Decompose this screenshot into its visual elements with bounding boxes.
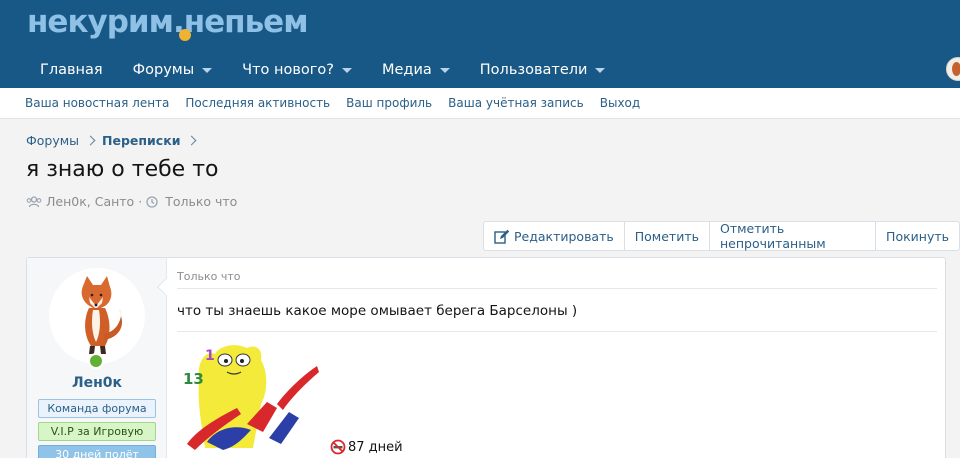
message-time[interactable]: Только что bbox=[177, 270, 240, 283]
subnav-logout[interactable]: Выход bbox=[592, 96, 648, 110]
user-avatar-fox[interactable] bbox=[49, 268, 145, 364]
account-avatar[interactable] bbox=[946, 57, 960, 81]
breadcrumb-conversations[interactable]: Переписки bbox=[102, 133, 180, 148]
message-author[interactable]: Лен0к bbox=[27, 375, 167, 391]
mark-button[interactable]: Пометить bbox=[623, 222, 709, 250]
edit-icon bbox=[494, 229, 510, 244]
chevron-down-icon[interactable] bbox=[439, 67, 450, 73]
conversation-meta: Лен0к, Санто · Только что bbox=[26, 194, 237, 209]
chevron-right-icon bbox=[85, 135, 96, 145]
subnav-profile[interactable]: Ваш профиль bbox=[338, 96, 440, 110]
message-text: что ты знаешь какое море омывает берега … bbox=[177, 303, 578, 319]
site-header: некурим.непьем Главная Форумы Что нового… bbox=[0, 0, 960, 88]
nav-whats-new[interactable]: Что нового? bbox=[227, 52, 367, 88]
signature-cat-image: 13 1 bbox=[183, 345, 319, 450]
nav-members[interactable]: Пользователи bbox=[465, 52, 621, 88]
leave-button[interactable]: Покинуть bbox=[875, 222, 959, 250]
participants[interactable]: Лен0к, Санто bbox=[46, 194, 134, 209]
online-status-icon bbox=[88, 353, 104, 369]
mark-unread-button[interactable]: Отметить непрочитанным bbox=[708, 221, 875, 251]
conversation-time: Только что bbox=[165, 194, 238, 209]
chevron-down-icon[interactable] bbox=[202, 67, 213, 73]
nav-home[interactable]: Главная bbox=[25, 52, 118, 88]
logo-dot bbox=[179, 29, 191, 41]
user-banner-vip: V.I.P за Игровую bbox=[38, 422, 156, 441]
fox-image bbox=[81, 276, 123, 354]
message-user-panel: Лен0к Команда форума V.I.P за Игровую 30… bbox=[27, 258, 167, 458]
chevron-right-icon bbox=[187, 135, 197, 145]
divider bbox=[177, 331, 937, 332]
chevron-down-icon[interactable] bbox=[595, 67, 606, 73]
users-icon bbox=[26, 195, 42, 207]
clock-icon bbox=[146, 195, 158, 208]
subnav-account[interactable]: Ваша учётная запись bbox=[440, 96, 592, 110]
user-banner-days: 30 дней полёт bbox=[38, 445, 156, 458]
site-logo[interactable]: некурим.непьем bbox=[27, 2, 309, 42]
conversation-actions: Редактировать Пометить Отметить непрочит… bbox=[483, 221, 960, 251]
no-smoking-icon bbox=[330, 439, 346, 455]
user-banner-team: Команда форума bbox=[38, 399, 156, 418]
divider bbox=[177, 288, 937, 289]
page-title: я знаю о тебе то bbox=[26, 157, 219, 182]
message: Лен0к Команда форума V.I.P за Игровую 30… bbox=[26, 257, 946, 458]
chevron-down-icon[interactable] bbox=[342, 67, 352, 73]
nav-media[interactable]: Медиа bbox=[367, 52, 465, 88]
subnav-latest-activity[interactable]: Последняя активность bbox=[177, 96, 338, 110]
meta-separator: · bbox=[138, 194, 143, 209]
main-nav: Главная Форумы Что нового? Медиа Пользов… bbox=[25, 52, 620, 88]
edit-button[interactable]: Редактировать bbox=[484, 222, 624, 250]
signature-days: 87 дней bbox=[330, 439, 403, 455]
breadcrumb: Форумы Переписки bbox=[26, 131, 203, 149]
sub-nav: Ваша новостная лента Последняя активност… bbox=[0, 88, 960, 119]
svg-text:13: 13 bbox=[183, 370, 204, 388]
subnav-news-feed[interactable]: Ваша новостная лента bbox=[17, 96, 177, 110]
svg-text:1: 1 bbox=[205, 348, 215, 364]
nav-forums[interactable]: Форумы bbox=[118, 52, 228, 88]
breadcrumb-forums[interactable]: Форумы bbox=[26, 133, 79, 148]
